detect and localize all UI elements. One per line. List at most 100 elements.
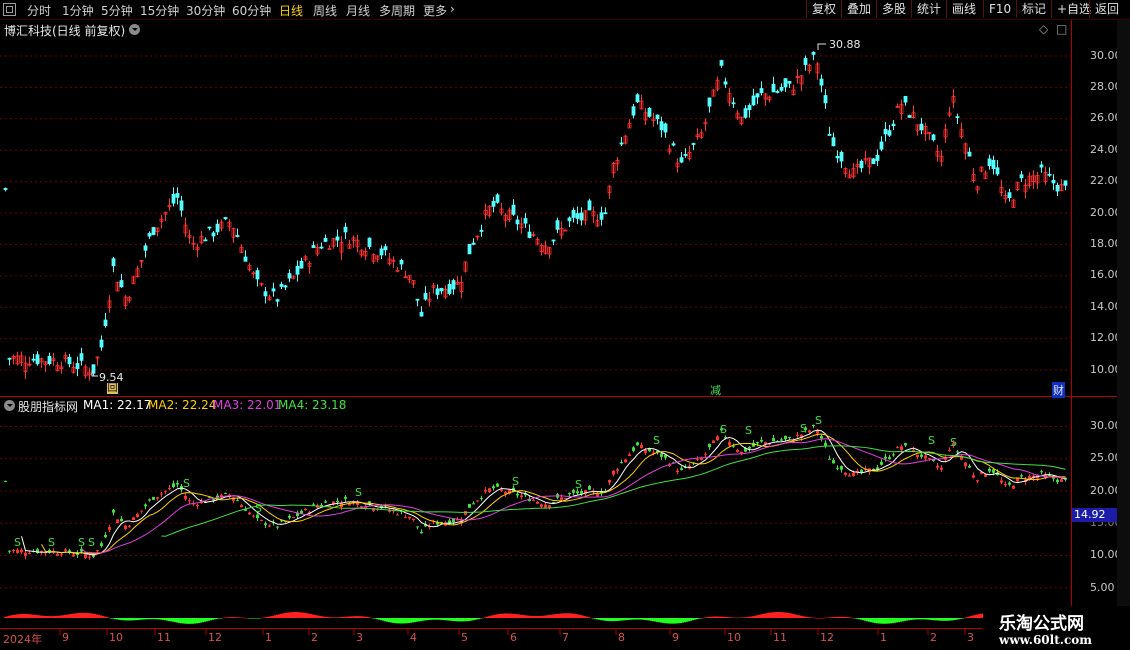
oscillator-bar — [750, 616, 752, 618]
oscillator-bar — [556, 613, 558, 618]
collapse-icon[interactable] — [129, 24, 140, 35]
candle-body — [335, 236, 340, 241]
oscillator-bar — [130, 618, 132, 621]
candle-body — [419, 311, 424, 317]
oscillator-bar — [654, 618, 656, 622]
candle-body — [811, 51, 816, 55]
oscillator-bar — [770, 612, 772, 618]
oscillator-bar — [944, 618, 946, 621]
oscillator-bar — [476, 618, 478, 620]
signal-s-marker: S — [48, 536, 55, 549]
oscillator-bar — [432, 618, 434, 620]
oscillator-bar — [244, 617, 246, 619]
oscillator-bar — [132, 618, 134, 621]
candle-body — [79, 353, 84, 361]
oscillator-bar — [206, 618, 208, 622]
oscillator-bar — [522, 614, 524, 618]
oscillator-bar — [378, 618, 380, 620]
oscillator-bar — [752, 616, 754, 618]
ind-candle-body — [540, 504, 543, 507]
ind-candle-body — [468, 503, 471, 508]
oscillator-bar — [474, 618, 476, 620]
oscillator-bar — [372, 618, 374, 619]
ind-candle-body — [264, 523, 267, 526]
high-price-label: 30.88 — [829, 38, 861, 51]
oscillator-bar — [594, 618, 596, 619]
signal-s-marker: S — [14, 536, 21, 549]
square-icon[interactable]: □ — [1056, 22, 1067, 36]
oscillator-bar — [730, 617, 732, 618]
candle-body — [279, 283, 284, 287]
oscillator-bar — [458, 618, 460, 622]
candle-body — [111, 258, 116, 267]
oscillator-bar — [900, 618, 902, 622]
ind-candle-body — [920, 454, 923, 457]
oscillator-bar — [158, 618, 160, 620]
oscillator-bar — [562, 613, 564, 618]
ind-candle-body — [972, 475, 975, 478]
event-marker-cai[interactable]: 财 — [1052, 382, 1065, 398]
oscillator-bar — [320, 616, 322, 618]
candle-body — [1019, 174, 1024, 179]
ind-candle-body — [992, 469, 995, 473]
oscillator-bar — [682, 618, 684, 623]
oscillator-bar — [108, 617, 110, 619]
candle-body — [575, 213, 580, 219]
candle-body — [663, 123, 668, 133]
candle-body — [151, 227, 156, 236]
oscillator-bar — [892, 618, 894, 624]
side-scroll-strip[interactable] — [1117, 20, 1130, 630]
oscillator-bar — [238, 617, 240, 618]
oscillator-bar — [468, 618, 470, 621]
oscillator-bar — [362, 616, 364, 618]
ind-candle-body — [132, 517, 135, 521]
oscillator-bar — [838, 616, 840, 618]
oscillator-bar — [506, 613, 508, 618]
oscillator-bar — [606, 618, 608, 621]
ind-candle-body — [608, 479, 611, 483]
oscillator-bar — [46, 615, 48, 618]
oscillator-bar — [716, 616, 718, 618]
oscillator-bar — [866, 618, 868, 622]
ind-candle-body — [96, 550, 99, 552]
oscillator-bar — [938, 618, 940, 621]
oscillator-bar — [766, 613, 768, 618]
oscillator-bar — [708, 616, 710, 618]
candle-body — [747, 105, 752, 111]
kline-chart[interactable]: S S S SSSSS SSS S SSS S — [0, 0, 1130, 650]
ind-candle-body — [704, 453, 707, 455]
oscillator-bar — [58, 615, 60, 618]
ind-candle-body — [488, 488, 491, 492]
ind-candle-body — [152, 496, 155, 500]
oscillator-bar — [962, 618, 964, 619]
oscillator-bar — [86, 612, 88, 618]
oscillator-bar — [778, 612, 780, 618]
indicator-collapse-icon[interactable] — [4, 400, 15, 411]
candle-body — [47, 355, 52, 364]
oscillator-bar — [122, 618, 124, 621]
oscillator-bar — [160, 618, 162, 620]
signal-s-marker: S — [255, 502, 262, 515]
oscillator-bar — [698, 618, 700, 619]
oscillator-bar — [482, 617, 484, 619]
diamond-icon[interactable]: ◇ — [1039, 22, 1048, 36]
oscillator-bar — [446, 618, 448, 621]
oscillator-bar — [264, 617, 266, 618]
ind-candle-body — [288, 515, 291, 518]
oscillator-bar — [742, 617, 744, 618]
oscillator-bar — [42, 615, 44, 618]
ind-candle-body — [100, 543, 103, 547]
oscillator-bar — [910, 618, 912, 620]
oscillator-bar — [240, 617, 242, 619]
ind-candle-body — [612, 470, 615, 475]
oscillator-bar — [360, 616, 362, 618]
oscillator-bar — [624, 618, 626, 621]
candle-body — [423, 293, 428, 300]
event-marker-jian[interactable]: 减 — [710, 382, 721, 398]
oscillator-bar — [656, 618, 658, 622]
ind-candle-body — [64, 549, 67, 551]
oscillator-bar — [216, 618, 218, 619]
candle-body — [707, 97, 712, 107]
event-marker-hui[interactable]: 回 — [107, 383, 118, 394]
x-label: 4 — [410, 631, 417, 644]
